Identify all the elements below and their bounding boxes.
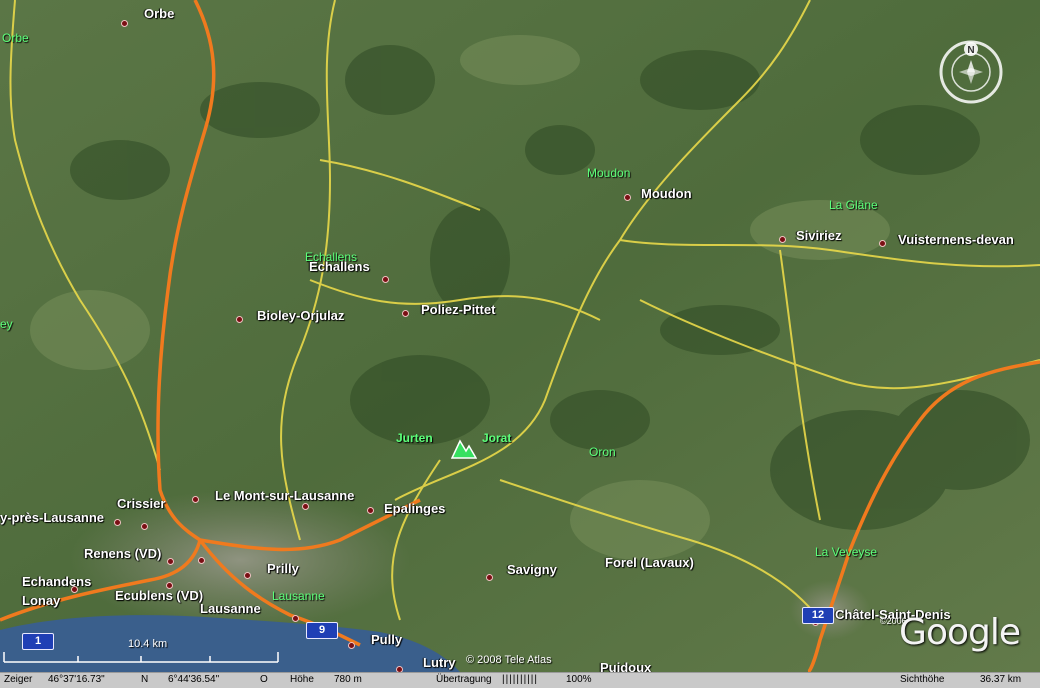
place-dot	[367, 507, 374, 514]
place-dot	[486, 574, 493, 581]
eye-altitude-value: 36.37 km	[980, 674, 1022, 685]
place-marker[interactable]: Echallens	[309, 259, 389, 283]
place-label: Ecublens (VD)	[115, 588, 204, 603]
place-dot	[198, 557, 205, 564]
region-label: Oron	[589, 445, 616, 459]
scale-bar: 10.4 km	[0, 636, 282, 668]
place-marker[interactable]	[302, 503, 309, 510]
place-dot	[114, 519, 122, 526]
longitude-value: 6°44'36.54"	[168, 674, 220, 685]
streaming-label: Übertragung	[436, 674, 492, 685]
place-dot	[348, 642, 355, 649]
streaming-bar: ||||||||||	[502, 674, 538, 685]
place-label: Moudon	[641, 186, 692, 201]
place-label: Renens (VD)	[84, 546, 162, 561]
place-label: Lausanne	[200, 601, 261, 616]
place-marker[interactable]: Lausanne	[200, 601, 261, 616]
place-marker[interactable]: Ecublens (VD)	[115, 588, 203, 603]
place-label: Crissier	[117, 496, 166, 511]
place-dot	[167, 558, 175, 565]
place-label: Bioley-Orjulaz	[257, 308, 345, 323]
pointer-label: Zeiger	[4, 674, 33, 685]
highway-shield: 9	[306, 622, 338, 639]
place-dot	[121, 20, 128, 27]
region-label: Moudon	[587, 166, 631, 180]
streaming-percent: 100%	[566, 674, 592, 685]
place-marker[interactable]: y-près-Lausanne	[0, 509, 122, 526]
copyright-text: © 2008 Tele Atlas	[466, 654, 552, 666]
region-label: La Glâne	[829, 198, 878, 212]
place-dot	[166, 582, 173, 589]
elevation-value: 780 m	[334, 674, 362, 685]
place-marker[interactable]: Savigny	[486, 558, 557, 581]
place-marker[interactable]: Echandens	[22, 570, 91, 593]
place-label: y-près-Lausanne	[0, 510, 105, 525]
place-marker[interactable]: Renens (VD)	[84, 542, 175, 565]
mountain-icon	[451, 439, 477, 459]
place-label: Echallens	[309, 259, 370, 274]
place-label: Puidoux	[600, 660, 652, 672]
place-label: Prilly	[267, 561, 299, 576]
place-label: Pully	[371, 632, 403, 647]
latitude-value: 46°37'16.73"	[48, 674, 105, 685]
place-marker[interactable]: Orbe	[121, 6, 174, 27]
region-label: Orbe	[2, 31, 29, 45]
compass-icon[interactable]: N	[935, 36, 1007, 108]
region-label: La Veveyse	[815, 545, 878, 559]
region-label: ey	[0, 317, 13, 331]
place-label: Echandens	[22, 574, 92, 589]
place-label: Savigny	[507, 562, 557, 577]
place-dot	[236, 316, 243, 323]
latitude-hemisphere: N	[141, 674, 149, 685]
eye-altitude-label: Sichthöhe	[900, 674, 945, 685]
place-label: Siviriez	[796, 228, 842, 243]
place-dot	[71, 586, 79, 593]
place-label: Epalinges	[384, 501, 446, 516]
place-marker[interactable]: Poliez-Pittet	[402, 302, 495, 317]
place-marker[interactable]: Le Mont-sur-Lausanne	[192, 488, 354, 503]
google-logo: Google	[899, 612, 1021, 653]
place-label: Orbe	[144, 6, 175, 21]
place-marker[interactable]: Siviriez	[779, 228, 842, 243]
place-label: Poliez-Pittet	[421, 302, 496, 317]
place-label: Forel (Lavaux)	[605, 555, 694, 570]
place-dot	[779, 236, 786, 243]
park-label-left: Jurten	[396, 431, 433, 445]
place-marker[interactable]: Moudon	[624, 186, 692, 201]
place-dot	[381, 276, 389, 283]
park-label-right: Jorat	[482, 431, 512, 445]
place-dot	[624, 194, 631, 201]
place-marker[interactable]: Bioley-Orjulaz	[236, 308, 344, 323]
svg-text:N: N	[967, 45, 974, 56]
place-dot	[402, 310, 409, 317]
place-marker[interactable]: Pully	[348, 630, 402, 649]
place-dot	[879, 240, 886, 247]
place-marker[interactable]: Prilly	[244, 558, 299, 579]
place-dot	[292, 615, 299, 622]
place-label: Lutry	[423, 655, 456, 670]
map-view[interactable]: Orbe Moudon Echallens La Glâne ey Oron L…	[0, 0, 1040, 672]
place-dot	[302, 503, 309, 510]
place-dot	[244, 572, 251, 579]
place-marker[interactable]: Lutry	[396, 652, 456, 672]
region-label: Lausanne	[272, 589, 325, 603]
place-label: Le Mont-sur-Lausanne	[215, 488, 355, 503]
status-bar: Zeiger 46°37'16.73" N 6°44'36.54" O Höhe…	[0, 672, 1040, 688]
place-dot	[192, 496, 199, 503]
scale-ruler	[3, 652, 279, 663]
place-marker[interactable]: Vuisternens-devan	[879, 232, 1014, 247]
place-label: Vuisternens-devan	[898, 232, 1014, 247]
highway-shield: 12	[802, 607, 834, 624]
place-label: Lonay	[22, 593, 61, 608]
place-dot	[141, 523, 148, 530]
elevation-label: Höhe	[290, 674, 314, 685]
place-marker[interactable]: Epalinges	[367, 501, 445, 516]
park-marker[interactable]: Jurten Jorat	[396, 430, 526, 460]
longitude-hemisphere: O	[260, 674, 268, 685]
